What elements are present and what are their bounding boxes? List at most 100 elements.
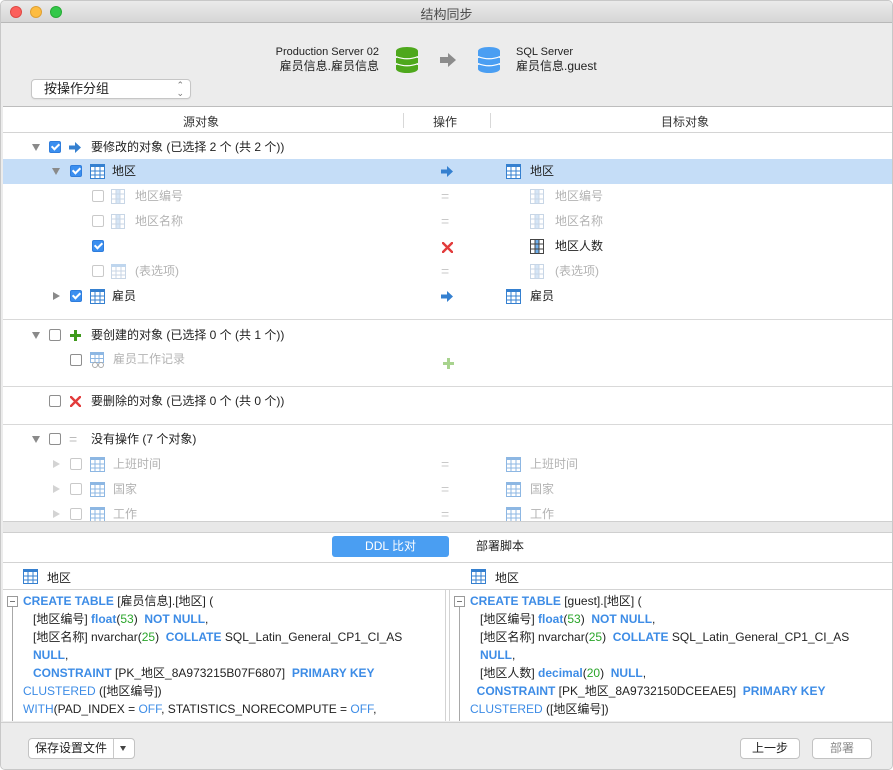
group-modify-row[interactable]: 要修改的对象 (已选择 2 个 (共 2 个)) [3, 135, 892, 160]
code-text: SQL_Latin_General_CP1_CI_AS [221, 630, 403, 644]
table-icon [90, 507, 105, 521]
code-text: [地区人数] [470, 666, 539, 680]
column-row[interactable]: 地区人数 [3, 234, 892, 259]
ddl-left-title: 地区 [47, 571, 72, 585]
column-checkbox[interactable] [92, 215, 104, 227]
x-icon [70, 396, 81, 407]
disclosure-collapsed-icon[interactable] [53, 510, 60, 518]
group-modify-checkbox[interactable] [49, 141, 61, 153]
button-divider [113, 739, 114, 758]
target-server-name: SQL Server [516, 46, 574, 58]
group-noaction-row[interactable]: = 没有操作 (7 个对象) [3, 427, 892, 452]
table-checkbox[interactable] [70, 165, 82, 177]
column-row[interactable]: (表选项) = (表选项) [3, 259, 892, 284]
deploy-button[interactable]: 部署 [812, 738, 872, 759]
disclosure-expanded-icon[interactable] [32, 144, 40, 151]
table-row-create[interactable]: 雇员工作记录 [3, 348, 892, 373]
column-icon [530, 214, 544, 229]
table-checkbox[interactable] [70, 508, 82, 520]
group-delete-checkbox[interactable] [49, 395, 61, 407]
ddl-source-lines: CREATE TABLE [雇员信息].[地区] ( [地区编号] float(… [23, 592, 402, 718]
table-row[interactable]: 上班时间 = 上班时间 [3, 452, 892, 477]
column-checkbox[interactable] [92, 240, 104, 252]
source-object-name: 工作 [113, 507, 138, 521]
pane-splitter[interactable] [3, 521, 892, 533]
column-action[interactable]: 操作 [433, 113, 457, 130]
disclosure-expanded-icon[interactable] [32, 332, 40, 339]
group-noaction-checkbox[interactable] [49, 433, 61, 445]
source-object-name: 上班时间 [113, 457, 162, 471]
disclosure-collapsed-icon[interactable] [53, 460, 60, 468]
disclosure-expanded-icon[interactable] [52, 168, 60, 175]
arrow-right-icon [69, 142, 81, 153]
code-keyword: NOT NULL [144, 612, 206, 626]
save-settings-button[interactable]: 保存设置文件 [28, 738, 135, 759]
column-checkbox[interactable] [92, 265, 104, 277]
code-keyword: PRIMARY KEY [291, 666, 375, 680]
delete-x-icon [442, 242, 453, 253]
ddl-source-code[interactable]: CREATE TABLE [雇员信息].[地区] ( [地区编号] float(… [3, 590, 446, 721]
disclosure-collapsed-icon[interactable] [53, 292, 60, 300]
modify-arrow-icon [441, 166, 453, 177]
group-create-row[interactable]: 要创建的对象 (已选择 0 个 (共 1 个)) [3, 323, 892, 348]
table-checkbox[interactable] [70, 483, 82, 495]
tab-deploy-script[interactable]: 部署脚本 [465, 536, 535, 557]
code-number: 25 [141, 630, 156, 644]
group-by-select[interactable]: 按操作分组 ⌃ ⌄ [31, 79, 191, 99]
ddl-target-code[interactable]: CREATE TABLE [guest].[地区] ( [地区编号] float… [449, 590, 892, 721]
group-modify-label: 要修改的对象 (已选择 2 个 (共 2 个)) [91, 140, 285, 154]
table-row[interactable]: 国家 = 国家 [3, 477, 892, 502]
target-column-name: 地区编号 [555, 189, 604, 203]
code-keyword: OFF [350, 702, 374, 716]
source-object-name: 雇员工作记录 [113, 352, 186, 366]
code-keyword: float [538, 612, 564, 626]
column-row[interactable]: 地区编号 = 地区编号 [3, 184, 892, 209]
ddl-header: 地区 地区 [3, 562, 892, 590]
column-row[interactable]: 地区名称 = 地区名称 [3, 209, 892, 234]
table-row-diqu[interactable]: 地区 地区 [3, 159, 892, 184]
column-checkbox[interactable] [92, 190, 104, 202]
fold-guide [459, 607, 460, 721]
code-text: , [373, 702, 377, 716]
tab-ddl-compare[interactable]: DDL 比对 [332, 536, 449, 557]
code-text: [地区名称] nvarchar( [23, 630, 142, 644]
source-object-name: 地区 [112, 164, 137, 178]
code-keyword: WITH [23, 702, 54, 716]
ddl-right-title: 地区 [495, 571, 520, 585]
code-keyword: CONSTRAINT [476, 684, 556, 698]
code-line: CREATE TABLE [雇员信息].[地区] ( [23, 592, 402, 610]
code-line: [地区名称] nvarchar(25) COLLATE SQL_Latin_Ge… [470, 628, 849, 646]
window-title: 结构同步 [420, 7, 473, 22]
previous-button[interactable]: 上一步 [740, 738, 800, 759]
footer: 保存设置文件 上一步 部署 [1, 722, 892, 769]
table-checkbox[interactable] [70, 354, 82, 366]
fold-toggle-icon[interactable] [454, 596, 465, 607]
group-create-label: 要创建的对象 (已选择 0 个 (共 1 个)) [91, 328, 285, 342]
column-source[interactable]: 源对象 [183, 113, 219, 130]
equals-icon: = [441, 188, 450, 204]
code-text: , [65, 648, 69, 662]
source-column-name: (表选项) [135, 264, 179, 278]
code-keyword: NULL [480, 648, 513, 662]
table-row-guyuan[interactable]: 雇员 雇员 [3, 284, 892, 309]
disclosure-expanded-icon[interactable] [32, 436, 40, 443]
code-line: CLUSTERED ([地区编号]) [23, 682, 402, 700]
group-noaction-label: 没有操作 (7 个对象) [91, 432, 197, 446]
disclosure-collapsed-icon[interactable] [53, 485, 60, 493]
table-checkbox[interactable] [70, 290, 82, 302]
dropdown-caret-icon[interactable] [120, 746, 126, 751]
source-object-name: 雇员 [112, 289, 137, 303]
code-text: ) [600, 666, 611, 680]
column-target[interactable]: 目标对象 [661, 113, 709, 130]
code-number: 53 [567, 612, 581, 626]
fold-toggle-icon[interactable] [7, 596, 18, 607]
table-checkbox[interactable] [70, 458, 82, 470]
table-row[interactable]: 工作 = 工作 [3, 502, 892, 521]
group-create-checkbox[interactable] [49, 329, 61, 341]
code-keyword: COLLATE [165, 630, 222, 644]
table-icon [90, 457, 105, 472]
group-delete-row[interactable]: 要删除的对象 (已选择 0 个 (共 0 个)) [3, 389, 892, 414]
target-column-name: 地区人数 [555, 239, 604, 253]
source-server-name: Production Server 02 [275, 46, 379, 58]
